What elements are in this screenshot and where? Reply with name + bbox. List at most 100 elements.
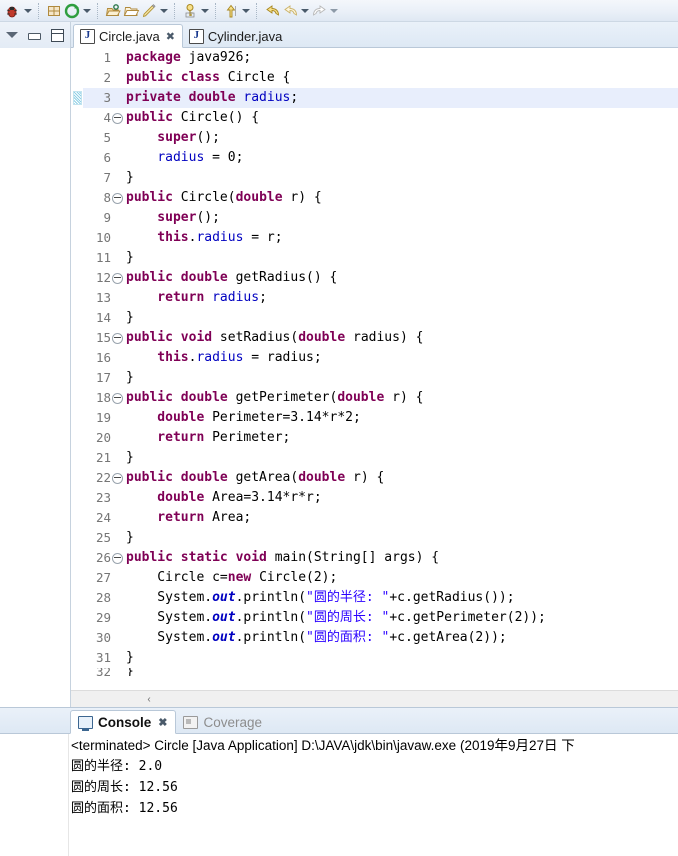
console-output-area[interactable]: <terminated> Circle [Java Application] D…	[69, 734, 678, 856]
code-line[interactable]: 26 public static void main(String[] args)…	[83, 548, 678, 568]
code-line[interactable]: 7}	[83, 168, 678, 188]
code-token: out	[212, 630, 236, 645]
fold-collapse-icon[interactable]	[112, 188, 123, 208]
code-line[interactable]: 23 double Area=3.14*r*r;	[83, 488, 678, 508]
code-line[interactable]: 8 public Circle(double r) {	[83, 188, 678, 208]
code-editor-text[interactable]: 1 package java926; 2 public class Circle {3…	[83, 48, 678, 690]
code-line[interactable]: 21}	[83, 448, 678, 468]
up-arrow-icon[interactable]	[222, 2, 240, 20]
code-line[interactable]: 30 System.out.println("圆的面积: "+c.getArea…	[83, 628, 678, 648]
fold-collapse-icon[interactable]	[112, 268, 123, 288]
open-type-icon[interactable]	[104, 2, 122, 20]
line-number: 7	[103, 170, 111, 185]
run-history-chevron-down-icon[interactable]	[81, 2, 92, 20]
code-line[interactable]: 15 public void setRadius(double radius) {	[83, 328, 678, 348]
code-line[interactable]: 11}	[83, 248, 678, 268]
editor-body[interactable]: 1 package java926; 2 public class Circle {3…	[71, 48, 678, 690]
line-number: 21	[95, 450, 111, 465]
code-text: System.out.println("圆的面积: "+c.getArea(2)…	[122, 628, 678, 648]
minimize-icon[interactable]	[28, 32, 41, 40]
code-line[interactable]: 31}	[83, 648, 678, 668]
line-number: 1	[103, 50, 111, 65]
code-line[interactable]: 32}	[83, 668, 678, 676]
code-token: getPerimeter(	[235, 390, 338, 405]
open-more-chevron-down-icon[interactable]	[158, 2, 169, 20]
code-token: r) {	[290, 190, 322, 205]
code-line[interactable]: 17}	[83, 368, 678, 388]
fold-collapse-icon[interactable]	[112, 388, 123, 408]
run-as-icon[interactable]	[45, 2, 63, 20]
line-number: 5	[103, 130, 111, 145]
back-arrow-light-icon[interactable]	[281, 2, 299, 20]
code-text: double Perimeter=3.14*r*2;	[122, 408, 678, 428]
collapse-triangle-icon[interactable]	[6, 32, 18, 38]
code-token: ();	[196, 210, 220, 225]
code-token: radius	[196, 350, 244, 365]
editor-tab-circle[interactable]: Circle.java ✖	[73, 24, 183, 48]
back-history-chevron-down-icon[interactable]	[299, 2, 310, 20]
debug-history-chevron-down-icon[interactable]	[22, 2, 33, 20]
search-history-chevron-down-icon[interactable]	[199, 2, 210, 20]
code-token: public	[126, 110, 181, 125]
code-line[interactable]: 5 super();	[83, 128, 678, 148]
line-number: 19	[95, 410, 111, 425]
console-body[interactable]: <terminated> Circle [Java Application] D…	[0, 734, 678, 856]
code-line[interactable]: 1 package java926;	[83, 48, 678, 68]
fold-collapse-icon[interactable]	[112, 548, 123, 568]
code-line[interactable]: 12 public double getRadius() {	[83, 268, 678, 288]
code-token: super	[126, 130, 197, 145]
code-text: }	[122, 448, 678, 468]
line-number: 25	[95, 530, 111, 545]
close-icon[interactable]: ✖	[158, 716, 167, 729]
code-text: }	[122, 248, 678, 268]
scroll-left-arrow-icon[interactable]: ‹	[141, 694, 157, 705]
code-line[interactable]: 22 public double getArea(double r) {	[83, 468, 678, 488]
editor-marker-ruler[interactable]	[71, 48, 83, 690]
code-line[interactable]: 13 return radius;	[83, 288, 678, 308]
console-tabbar: Console ✖ Coverage	[0, 708, 678, 734]
code-line[interactable]: 19 double Perimeter=3.14*r*2;	[83, 408, 678, 428]
code-token: radius	[157, 150, 205, 165]
maximize-icon[interactable]	[51, 28, 64, 42]
close-icon[interactable]: ✖	[166, 30, 175, 43]
debug-bug-icon[interactable]	[4, 2, 22, 20]
code-token: double	[298, 330, 353, 345]
forward-arrow-icon[interactable]	[310, 2, 328, 20]
fold-collapse-icon[interactable]	[112, 108, 123, 128]
editor-tab-cylinder[interactable]: Cylinder.java	[183, 24, 289, 48]
tab-coverage[interactable]: Coverage	[176, 710, 270, 734]
tab-console[interactable]: Console ✖	[70, 710, 177, 734]
code-line[interactable]: 2 public class Circle {	[83, 68, 678, 88]
pencil-icon[interactable]	[140, 2, 158, 20]
code-line[interactable]: 27 Circle c=new Circle(2);	[83, 568, 678, 588]
open-folder-icon[interactable]	[122, 2, 140, 20]
code-text: public double getPerimeter(double r) {	[122, 388, 678, 408]
code-line[interactable]: 20 return Perimeter;	[83, 428, 678, 448]
code-line[interactable]: 28 System.out.println("圆的半径: "+c.getRadi…	[83, 588, 678, 608]
fold-collapse-icon[interactable]	[112, 328, 123, 348]
forward-history-chevron-down-dim-icon[interactable]	[328, 2, 339, 20]
code-line[interactable]: 3 private double radius;	[83, 88, 678, 108]
editor-horizontal-scrollbar[interactable]: ‹	[71, 690, 678, 707]
navigate-history-chevron-down-icon[interactable]	[240, 2, 251, 20]
code-line[interactable]: 4 public Circle() {	[83, 108, 678, 128]
back-arrow-icon[interactable]	[263, 2, 281, 20]
code-line[interactable]: 14}	[83, 308, 678, 328]
code-line[interactable]: 29 System.out.println("圆的周长: "+c.getPeri…	[83, 608, 678, 628]
code-token: System.	[126, 610, 213, 625]
code-line[interactable]: 18 public double getPerimeter(double r) {	[83, 388, 678, 408]
console-panel: Console ✖ Coverage <terminated> Circle […	[0, 707, 678, 856]
code-token: public double	[126, 270, 236, 285]
scrollbar-track[interactable]	[157, 691, 678, 707]
code-line[interactable]: 10 this.radius = r;	[83, 228, 678, 248]
code-line[interactable]: 9 super();	[83, 208, 678, 228]
code-line[interactable]: 25}	[83, 528, 678, 548]
code-line[interactable]: 16 this.radius = radius;	[83, 348, 678, 368]
run-green-icon[interactable]	[63, 2, 81, 20]
code-line[interactable]: 6 radius = 0;	[83, 148, 678, 168]
code-line[interactable]: 24 return Area;	[83, 508, 678, 528]
search-key-icon[interactable]	[181, 2, 199, 20]
code-token: Perimeter=3.14*r*2;	[212, 410, 361, 425]
code-token: Circle c=	[126, 570, 228, 585]
fold-collapse-icon[interactable]	[112, 468, 123, 488]
